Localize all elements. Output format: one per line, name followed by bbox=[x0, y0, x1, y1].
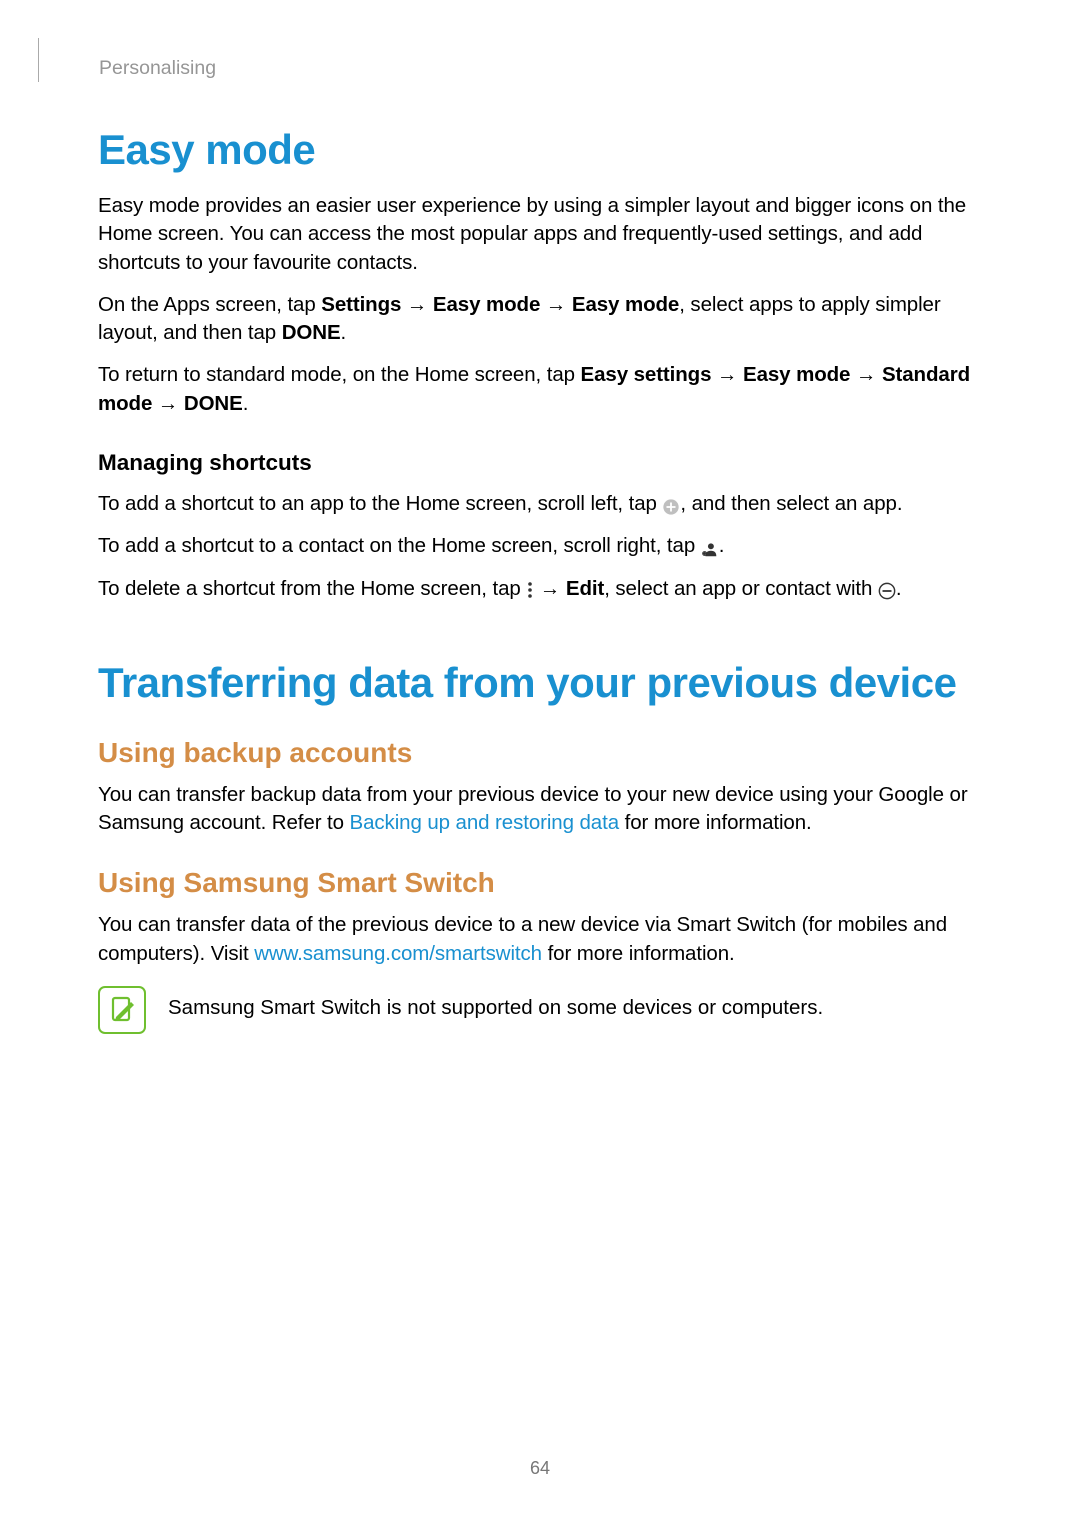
shortcut-add-app: To add a shortcut to an app to the Home … bbox=[98, 490, 982, 518]
plus-circle-icon bbox=[662, 496, 680, 514]
section-label: Personalising bbox=[99, 57, 216, 80]
subheading-smart-switch: Using Samsung Smart Switch bbox=[98, 867, 982, 899]
note-icon bbox=[98, 986, 146, 1034]
minus-circle-icon bbox=[878, 580, 896, 598]
heading-transferring-data: Transferring data from your previous dev… bbox=[98, 659, 982, 707]
backup-accounts-text: You can transfer backup data from your p… bbox=[98, 781, 982, 838]
subheading-managing-shortcuts: Managing shortcuts bbox=[98, 450, 982, 476]
easy-mode-intro: Easy mode provides an easier user experi… bbox=[98, 192, 982, 277]
easy-mode-enable: On the Apps screen, tap Settings → Easy … bbox=[98, 291, 982, 348]
link-smartswitch-url[interactable]: www.samsung.com/smartswitch bbox=[254, 942, 542, 965]
subheading-backup-accounts: Using backup accounts bbox=[98, 737, 982, 769]
easy-mode-return: To return to standard mode, on the Home … bbox=[98, 361, 982, 418]
note-block: Samsung Smart Switch is not supported on… bbox=[98, 986, 982, 1034]
add-contact-icon bbox=[701, 538, 719, 556]
shortcut-delete: To delete a shortcut from the Home scree… bbox=[98, 575, 982, 603]
link-backing-up[interactable]: Backing up and restoring data bbox=[350, 811, 619, 834]
smart-switch-text: You can transfer data of the previous de… bbox=[98, 911, 982, 968]
page-number: 64 bbox=[0, 1458, 1080, 1479]
header-rule: Personalising bbox=[38, 38, 982, 82]
heading-easy-mode: Easy mode bbox=[98, 126, 982, 174]
shortcut-add-contact: To add a shortcut to a contact on the Ho… bbox=[98, 532, 982, 560]
note-text: Samsung Smart Switch is not supported on… bbox=[168, 986, 823, 1022]
